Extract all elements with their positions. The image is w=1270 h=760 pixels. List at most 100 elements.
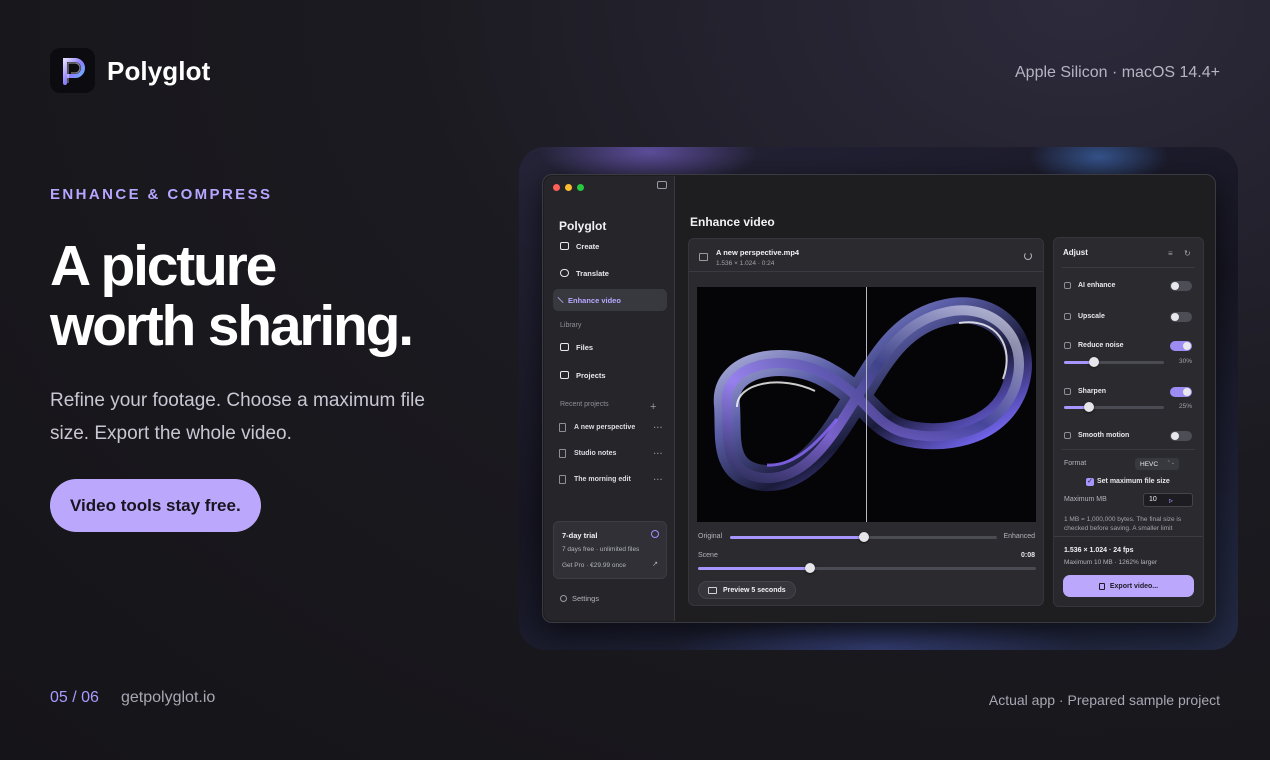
divider [1062,449,1195,450]
compare-divider[interactable] [866,287,867,522]
recent-projects-heading: Recent projects [560,401,609,408]
slider-value: 30% [1178,358,1192,365]
more-options-icon[interactable]: ··· [654,423,664,432]
compare-slider-fill [730,536,864,539]
sidebar-item-projects[interactable]: Projects [553,364,667,386]
motion-icon [1064,432,1071,439]
sparkle-icon [1064,282,1071,289]
recent-project-item[interactable]: Studio notes ··· [559,449,663,458]
toggle-switch[interactable] [1170,431,1192,441]
max-mb-label: Maximum MB [1064,496,1107,503]
platform-info: Apple Silicon · macOS 14.4+ [1015,64,1220,81]
page-title: Enhance video [690,215,775,229]
video-preview[interactable] [697,287,1036,522]
sidebar-title: Polyglot [559,219,607,233]
more-options-icon[interactable]: ··· [654,449,664,458]
more-options-icon[interactable]: ··· [654,475,664,484]
divider [1062,267,1195,268]
export-summary: 1.536 × 1.024 · 24 fps Maximum 10 MB · 1… [1054,536,1203,606]
sidebar-item-translate[interactable]: Translate [553,262,667,284]
export-video-button[interactable]: Export video... [1063,575,1194,597]
magic-wand-icon [557,296,564,304]
subtext: Refine your footage. Choose a maximum fi… [50,390,425,444]
replace-icon[interactable] [1024,252,1032,260]
compare-slider-handle[interactable] [858,532,869,542]
page-counter: 05 / 06 [50,689,99,706]
scene-slider-handle[interactable] [804,563,815,573]
recent-project-item[interactable]: A new perspective ··· [559,423,663,432]
list-icon[interactable]: ≡ [1168,249,1173,258]
minimize-window-button[interactable] [565,184,572,191]
app-window: Polyglot Create Translate Enhance video … [542,174,1216,623]
site-link[interactable]: getpolyglot.io [121,689,215,707]
chat-icon [560,269,569,277]
adjust-row-smooth-motion: Smooth motion [1064,432,1129,439]
format-label: Format [1064,460,1087,467]
original-label: Original [698,533,723,540]
sidebar-item-label: Projects [576,370,606,380]
get-pro-link[interactable]: Get Pro · €29.99 once [562,562,626,569]
toggle-switch[interactable] [1170,281,1192,291]
recent-project-label: The morning edit [574,476,631,483]
adjust-slider[interactable] [1064,402,1164,412]
recent-project-label: Studio notes [574,450,617,457]
adjust-row-sharpen: Sharpen [1064,388,1106,395]
close-window-button[interactable] [553,184,560,191]
sidebar-toggle-icon[interactable] [657,181,667,189]
scene-label: Scene [698,552,718,559]
trial-title: 7-day trial [562,531,598,540]
headline-line-1: A picture [50,234,277,298]
folder-icon [560,371,569,379]
compare-slider[interactable] [730,532,997,542]
adjust-row-upscale: Upscale [1064,313,1105,320]
footnote: Actual app · Prepared sample project [988,692,1220,708]
max-file-size-checkbox[interactable]: ✓ [1086,478,1094,486]
size-note: 1 MB = 1,000,000 bytes. The final size i… [1064,516,1182,532]
max-mb-input[interactable]: 10 ▹ [1143,493,1193,507]
document-icon [559,475,566,484]
scene-slider[interactable] [698,563,1036,573]
max-mb-value: 10 [1149,496,1157,503]
sidebar-item-create[interactable]: Create [553,235,667,257]
document-icon [559,449,566,458]
headline: A picture worth sharing. [50,236,470,356]
files-icon [560,343,569,351]
cta-button[interactable]: Video tools stay free. [50,479,261,532]
gear-icon [560,595,567,602]
adjust-title: Adjust [1063,248,1088,257]
scene-time: 0:08 [1020,552,1035,559]
add-project-button[interactable]: + [650,402,656,413]
sidebar-item-files[interactable]: Files [553,336,667,358]
expand-icon [1064,313,1071,320]
noise-icon [1064,342,1071,349]
export-label: Export video... [1109,582,1159,590]
recent-project-item[interactable]: The morning edit ··· [559,475,663,484]
preview-button[interactable]: Preview 5 seconds [698,581,796,599]
reset-icon[interactable]: ↻ [1184,249,1191,258]
format-select[interactable]: HEVC ⌃⌄ [1135,458,1179,470]
chevron-up-down-icon: ⌃⌄ [1166,460,1175,466]
adjust-row-label: Smooth motion [1078,432,1130,439]
adjust-row-ai-enhance: AI enhance [1064,282,1115,289]
video-file-header: A new perspective.mp4 1.536 × 1.024 · 0:… [689,239,1043,272]
slider-value: 25% [1178,403,1192,410]
zoom-window-button[interactable] [577,184,584,191]
toggle-switch[interactable] [1170,387,1192,397]
toggle-switch[interactable] [1170,312,1192,322]
sidebar-item-enhance-video[interactable]: Enhance video [553,289,667,311]
adjust-row-label: AI enhance [1078,282,1116,289]
cursor-icon: ▹ [1169,496,1174,505]
document-icon [559,423,566,432]
sidebar-item-label: Files [576,342,594,352]
headline-line-2: worth sharing. [50,294,414,358]
adjust-slider-handle[interactable] [1084,402,1094,412]
adjust-row-label: Sharpen [1078,388,1107,395]
logo-icon [62,57,85,85]
adjust-slider[interactable] [1064,357,1164,367]
adjust-slider-handle[interactable] [1089,357,1099,367]
external-link-icon: ↗ [652,561,658,568]
toggle-switch[interactable] [1170,341,1192,351]
output-size-info: Maximum 10 MB · 1262% larger [1064,559,1158,566]
trial-card[interactable]: 7-day trial 7 days free · unlimited file… [553,521,667,579]
settings-button[interactable]: Settings [560,594,599,603]
